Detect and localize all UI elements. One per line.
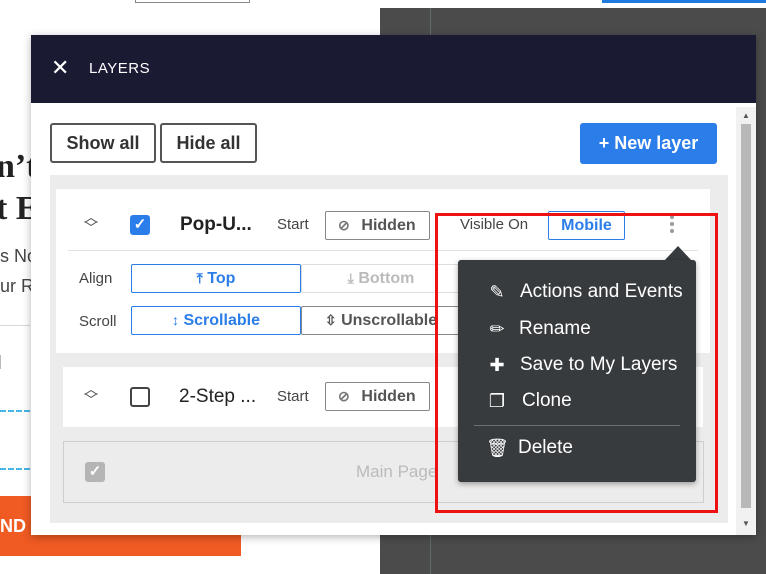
layer-visibility-checkbox[interactable]: ✓ bbox=[130, 215, 150, 235]
layer-visibility-checkbox[interactable] bbox=[130, 387, 150, 407]
highlight-box bbox=[435, 213, 718, 513]
scrollable-button[interactable]: ↕ Scrollable bbox=[131, 306, 301, 335]
modal-title: LAYERS bbox=[89, 60, 151, 77]
start-hidden-button[interactable]: ⊘ Hidden bbox=[325, 211, 430, 240]
modal-header: ✕ LAYERS bbox=[31, 35, 756, 103]
hide-all-button[interactable]: Hide all bbox=[160, 123, 257, 163]
align-bottom-label: Bottom bbox=[358, 270, 415, 287]
unscrollable-label: Unscrollable bbox=[341, 312, 438, 329]
background-top-button bbox=[602, 0, 766, 3]
align-top-button[interactable]: ⤒ Top bbox=[131, 264, 301, 293]
layer-name: Main Page bbox=[356, 462, 438, 481]
layer-visibility-checkbox-disabled: ✓ bbox=[85, 462, 105, 482]
layer-name[interactable]: Pop-U... bbox=[180, 214, 252, 236]
close-icon[interactable]: ✕ bbox=[51, 57, 69, 79]
start-hidden-button[interactable]: ⊘ Hidden bbox=[325, 382, 430, 411]
start-hidden-label: Hidden bbox=[361, 388, 416, 405]
compress-arrows-icon: ⇳ bbox=[324, 312, 337, 328]
background-dashed-line-1 bbox=[0, 410, 30, 412]
scrollbar-thumb[interactable] bbox=[741, 124, 751, 508]
drag-handle-icon[interactable]: ︿ ﹀ bbox=[82, 210, 100, 235]
drag-handle-icon[interactable]: ︿ ﹀ bbox=[82, 382, 100, 407]
eye-slash-icon: ⊘ bbox=[338, 388, 350, 404]
arrow-down-icon: ⤓ bbox=[347, 270, 354, 286]
start-hidden-label: Hidden bbox=[361, 217, 416, 234]
start-label: Start bbox=[277, 388, 309, 405]
start-label: Start bbox=[277, 216, 309, 233]
layer-name[interactable]: 2-Step ... bbox=[179, 386, 256, 408]
background-marker bbox=[0, 355, 4, 369]
vertical-arrows-icon: ↕ bbox=[172, 312, 180, 328]
background-top-input bbox=[135, 0, 250, 3]
show-all-button[interactable]: Show all bbox=[50, 123, 156, 163]
background-dashed-line-2 bbox=[0, 468, 30, 470]
align-top-label: Top bbox=[207, 270, 236, 287]
align-label: Align bbox=[79, 270, 113, 287]
arrow-up-icon: ⤒ bbox=[196, 270, 203, 286]
background-cta-label: ND bbox=[0, 516, 26, 536]
scrollable-label: Scrollable bbox=[183, 312, 260, 329]
scroll-down-arrow-icon[interactable]: ▼ bbox=[736, 517, 756, 531]
scroll-label: Scroll bbox=[79, 313, 117, 330]
background-text-line2: ur R bbox=[0, 276, 35, 296]
new-layer-button[interactable]: + New layer bbox=[580, 123, 717, 164]
eye-slash-icon: ⊘ bbox=[338, 217, 350, 233]
background-divider bbox=[0, 325, 30, 326]
scroll-up-arrow-icon[interactable]: ▲ bbox=[736, 109, 756, 123]
